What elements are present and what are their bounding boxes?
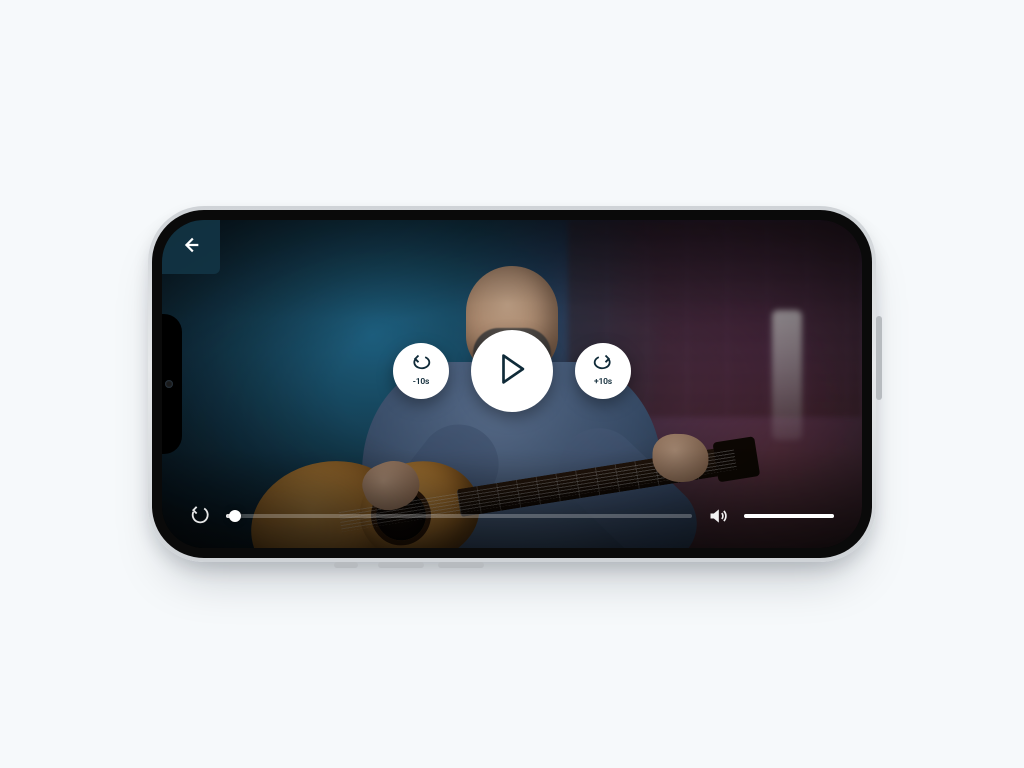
loop-button[interactable] (190, 506, 210, 526)
volume-down-button (438, 562, 484, 568)
volume-fill (744, 514, 834, 518)
mute-switch (334, 562, 358, 568)
loop-icon (190, 511, 210, 530)
skip-forward-icon (593, 354, 613, 376)
screen: -10s (162, 220, 862, 548)
background-lamp (772, 310, 802, 440)
skip-back-button[interactable]: -10s (393, 343, 449, 399)
stage: -10s (0, 0, 1024, 768)
progress-thumb[interactable] (229, 510, 241, 522)
play-icon (497, 352, 527, 390)
skip-forward-label: +10s (594, 377, 612, 387)
device-notch (162, 314, 182, 454)
back-button[interactable] (162, 220, 220, 274)
progress-bar[interactable] (226, 514, 692, 518)
volume-icon (708, 511, 728, 530)
play-button[interactable] (471, 330, 553, 412)
center-controls: -10s (393, 330, 631, 412)
volume-up-button (378, 562, 424, 568)
bottom-bar (190, 506, 834, 526)
volume-button[interactable] (708, 506, 728, 526)
skip-back-label: -10s (413, 377, 429, 387)
skip-back-icon (411, 354, 431, 376)
power-button (876, 316, 882, 400)
skip-forward-button[interactable]: +10s (575, 343, 631, 399)
volume-bar[interactable] (744, 514, 834, 518)
phone-frame: -10s (148, 206, 876, 562)
arrow-left-icon (180, 234, 202, 260)
phone-bezel: -10s (152, 210, 872, 558)
